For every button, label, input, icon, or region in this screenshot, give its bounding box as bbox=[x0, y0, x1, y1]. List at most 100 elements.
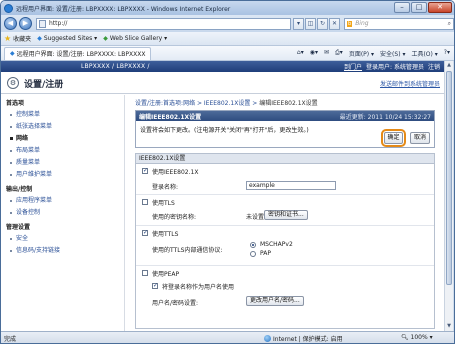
breadcrumb: 设置/注册:首选项:网络 > IEEE802.1X设置 > 编辑IEEE802.… bbox=[135, 98, 318, 107]
use-ieee-checkbox[interactable]: ✓ bbox=[142, 168, 148, 174]
address-value: http:// bbox=[49, 20, 68, 27]
scroll-down-icon[interactable]: ▼ bbox=[446, 323, 452, 330]
slice-icon: ◆ bbox=[103, 35, 108, 42]
use-ttls-checkbox[interactable]: ✓ bbox=[142, 230, 148, 236]
home-icon[interactable]: ⌂▾ bbox=[297, 49, 304, 58]
close-button[interactable]: ✕ bbox=[428, 2, 452, 13]
sidebar-item-control[interactable]: 控制菜单 bbox=[6, 109, 124, 121]
key-cert-button[interactable]: 密钥和证书... bbox=[264, 210, 308, 220]
use-peap-checkbox[interactable] bbox=[142, 270, 148, 276]
refresh-icon[interactable]: ↻ bbox=[317, 17, 328, 30]
suggested-sites-link[interactable]: ◆ Suggested Sites ▾ bbox=[37, 35, 97, 42]
ie-logo-icon bbox=[4, 3, 13, 13]
search-placeholder: Bing bbox=[355, 20, 369, 27]
page-menu[interactable]: 页面(P) ▾ bbox=[349, 49, 374, 58]
panel-header: 编辑IEEE802.1X设置 最近更新: 2011 10/24 15:32:27 bbox=[136, 111, 434, 121]
login-name-input[interactable]: example bbox=[246, 181, 336, 190]
login-user-text: 登录用户: 系统管理员 bbox=[366, 64, 424, 71]
use-ieee-label: 使用IEEE802.1X bbox=[152, 169, 199, 176]
breadcrumb-current: 编辑IEEE802.1X设置 bbox=[259, 100, 318, 107]
sidebar-item-apps[interactable]: 应用程序菜单 bbox=[6, 195, 124, 207]
minimize-button[interactable]: – bbox=[394, 2, 410, 13]
page-title: 设置/注册 bbox=[24, 80, 64, 90]
device-name: LBPXXXX / LBPXXXX / bbox=[81, 63, 150, 70]
bing-logo-icon: b bbox=[347, 20, 353, 27]
portal-link[interactable]: 到门户 bbox=[344, 62, 362, 71]
zoom-control[interactable]: 🔍︎ 100% ▾ bbox=[401, 334, 433, 341]
help-menu[interactable]: ?▾ bbox=[444, 49, 450, 58]
web-slice-gallery-link[interactable]: ◆ Web Slice Gallery ▾ bbox=[103, 35, 167, 42]
panel-title: 编辑IEEE802.1X设置 bbox=[139, 113, 202, 121]
tls-row: 使用TLS 使用的密钥名称: 未设置 密钥和证书... bbox=[136, 196, 434, 226]
logout-link[interactable]: 注销 bbox=[428, 62, 440, 71]
safety-menu[interactable]: 安全(S) ▾ bbox=[380, 49, 405, 58]
mail-icon[interactable]: ✉ bbox=[324, 49, 329, 58]
page-icon bbox=[39, 19, 46, 28]
header-links: 到门户 登录用户: 系统管理员 注销 bbox=[344, 62, 444, 71]
sites-icon: ◆ bbox=[37, 35, 42, 42]
address-row: ◀ ▶ http:// ▾ ◫ ↻ ✕ b Bing ⌕ bbox=[1, 15, 454, 32]
favorites-button[interactable]: ★ 收藏夹 bbox=[4, 34, 31, 43]
ok-button[interactable]: 确定 bbox=[381, 129, 406, 147]
sidebar-item-support[interactable]: 信息码/支持链接 bbox=[6, 245, 124, 257]
maximize-button[interactable]: □ bbox=[411, 2, 427, 13]
sidebar-item-paper[interactable]: 纸张选择菜单 bbox=[6, 121, 124, 133]
zoom-icon: 🔍︎ bbox=[401, 334, 409, 341]
ttls-row: ✓ 使用TTLS 使用的TTLS内部通信协议: MSCHAPv2 PAP bbox=[136, 227, 434, 266]
address-input[interactable]: http:// bbox=[36, 17, 291, 30]
use-tls-checkbox[interactable] bbox=[142, 199, 148, 205]
use-login-as-user-checkbox[interactable]: ✓ bbox=[152, 283, 158, 289]
print-icon[interactable]: ⎙▾ bbox=[335, 49, 343, 58]
globe-icon bbox=[264, 335, 271, 342]
title-bar: 远程用户界面: 设置/注册: LBPXXXX: LBPXXXX - Window… bbox=[1, 1, 454, 15]
mschapv2-radio[interactable] bbox=[250, 242, 256, 248]
device-header: LBPXXXX / LBPXXXX / 到门户 登录用户: 系统管理员 注销 bbox=[1, 61, 444, 72]
window-title: 远程用户界面: 设置/注册: LBPXXXX: LBPXXXX - Window… bbox=[16, 5, 231, 13]
vertical-scrollbar[interactable]: ▲ ▼ bbox=[444, 61, 453, 331]
window-controls: – □ ✕ bbox=[394, 2, 452, 13]
main-content: 设置/注册:首选项:网络 > IEEE802.1X设置 > 编辑IEEE802.… bbox=[131, 95, 440, 331]
forward-button[interactable]: ▶ bbox=[19, 17, 32, 30]
address-buttons: ▾ ◫ ↻ ✕ bbox=[293, 17, 340, 30]
status-text: 完成 bbox=[4, 335, 17, 343]
panel-message: 设置将会如下更改。(注电源开关"关闭"再"打开"后，更改生效。) bbox=[140, 127, 309, 134]
tools-menu[interactable]: 工具(O) ▾ bbox=[411, 49, 437, 58]
feed-icon[interactable]: ◉▾ bbox=[310, 49, 318, 58]
stop-icon[interactable]: ✕ bbox=[329, 17, 340, 30]
back-button[interactable]: ◀ bbox=[4, 17, 17, 30]
pap-radio[interactable] bbox=[250, 251, 256, 257]
security-zone[interactable]: Internet | 保护模式: 启用 bbox=[264, 334, 343, 343]
ieee-settings-section: IEEE802.1X设置 ✓ 使用IEEE802.1X 登录名称: exampl… bbox=[135, 153, 435, 329]
sidebar-item-network[interactable]: 网络 bbox=[6, 133, 124, 145]
command-bar: ◆ 远程用户界面: 设置/注册: LBPXXXX: LBPXXXX ⌂▾ ◉▾ … bbox=[1, 46, 454, 61]
browser-window: 远程用户界面: 设置/注册: LBPXXXX: LBPXXXX - Window… bbox=[0, 0, 455, 344]
ttls-protocol-label: 使用的TTLS内部通信协议: bbox=[152, 247, 223, 254]
title-area: ⚙ 设置/注册 发送邮件到系统管理员 bbox=[1, 72, 444, 94]
login-name-label: 登录名称: bbox=[152, 184, 179, 191]
change-userpass-button[interactable]: 更改用户名/密码... bbox=[246, 296, 304, 306]
search-icon[interactable]: ⌕ bbox=[448, 20, 451, 28]
mail-admin-link[interactable]: 发送邮件到系统管理员 bbox=[380, 79, 440, 88]
browser-tab[interactable]: ◆ 远程用户界面: 设置/注册: LBPXXXX: LBPXXXX bbox=[4, 46, 152, 60]
sidebar-item-layout[interactable]: 布局菜单 bbox=[6, 145, 124, 157]
breadcrumb-path[interactable]: 设置/注册:首选项:网络 > IEEE802.1X设置 > bbox=[135, 100, 259, 107]
sidebar-item-device-control[interactable]: 设备控制 bbox=[6, 207, 124, 219]
settings-gear-icon: ⚙ bbox=[7, 77, 19, 89]
cancel-button[interactable]: 取消 bbox=[410, 132, 430, 144]
search-input[interactable]: b Bing ⌕ bbox=[344, 17, 454, 30]
scroll-thumb[interactable] bbox=[446, 71, 452, 285]
scroll-up-icon[interactable]: ▲ bbox=[446, 62, 452, 69]
use-peap-label: 使用PEAP bbox=[152, 271, 180, 278]
tls-key-value: 未设置 bbox=[246, 214, 265, 221]
edit-panel: 编辑IEEE802.1X设置 最近更新: 2011 10/24 15:32:27… bbox=[135, 110, 435, 148]
sidebar-section-output: 输出/控制 bbox=[6, 186, 33, 193]
compat-view-icon[interactable]: ◫ bbox=[305, 17, 316, 30]
sidebar-item-security[interactable]: 安全 bbox=[6, 233, 124, 245]
page-content: LBPXXXX / LBPXXXX / 到门户 登录用户: 系统管理员 注销 ⚙… bbox=[1, 61, 444, 331]
sidebar-item-maintenance[interactable]: 用户维护菜单 bbox=[6, 169, 124, 181]
userpass-label: 用户名/密码设置: bbox=[152, 300, 199, 307]
dropdown-arrow-icon[interactable]: ▾ bbox=[293, 17, 304, 30]
sidebar-item-quality[interactable]: 质量菜单 bbox=[6, 157, 124, 169]
peap-row: 使用PEAP ✓ 将登录名称作为用户名使用 用户名/密码设置: 更改用户名/密码… bbox=[136, 267, 434, 317]
command-menu: ⌂▾ ◉▾ ✉ ⎙▾ 页面(P) ▾ 安全(S) ▾ 工具(O) ▾ ?▾ bbox=[297, 49, 454, 58]
